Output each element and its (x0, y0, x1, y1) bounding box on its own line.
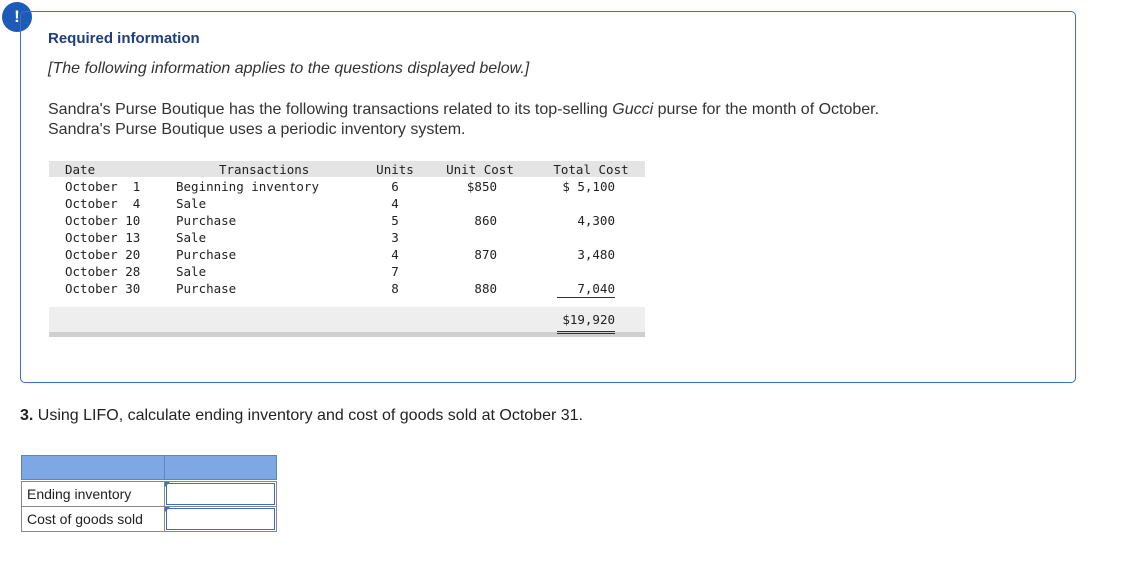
row-date: October 4 (65, 196, 141, 211)
header-units: Units (376, 162, 414, 177)
header-unit-cost: Unit Cost (446, 162, 514, 177)
header-transactions: Transactions (219, 162, 310, 177)
row-transaction: Sale (176, 264, 207, 279)
row-unit-cost: 860 (474, 213, 497, 228)
row-total-cost: 3,480 (577, 247, 615, 262)
cogs-label: Cost of goods sold (21, 506, 165, 532)
input-marker-icon (165, 507, 170, 512)
row-units: 4 (391, 196, 399, 211)
header-total-cost: Total Cost (553, 162, 629, 177)
row-units: 5 (391, 213, 399, 228)
required-info-subtitle: [The following information applies to th… (48, 60, 530, 77)
double-underline-bottom (557, 333, 615, 334)
ending-inventory-label: Ending inventory (21, 481, 165, 507)
desc-brand: Gucci (612, 101, 654, 118)
grand-total: $19,920 (562, 312, 615, 327)
row-transaction: Purchase (176, 213, 237, 228)
input-marker-icon (165, 482, 170, 487)
row-unit-cost: 870 (474, 247, 497, 262)
row-date: October 13 (65, 230, 141, 245)
row-total-cost: 7,040 (577, 281, 615, 296)
desc-part-2: purse for the month of October. (653, 101, 880, 118)
double-underline-top (557, 331, 615, 332)
row-date: October 1 (65, 179, 141, 194)
problem-description: Sandra's Purse Boutique has the followin… (48, 100, 1008, 140)
question-number: 3. (20, 407, 34, 424)
cogs-input[interactable] (166, 508, 275, 530)
row-units: 4 (391, 247, 399, 262)
answer-header-value (164, 455, 277, 480)
question-text: 3. Using LIFO, calculate ending inventor… (20, 407, 583, 425)
cogs-cell (164, 506, 277, 532)
row-units: 7 (391, 264, 399, 279)
row-transaction: Beginning inventory (176, 179, 319, 194)
row-date: October 10 (65, 213, 141, 228)
row-date: October 20 (65, 247, 141, 262)
ending-inventory-cell (164, 481, 277, 507)
row-date: October 30 (65, 281, 141, 296)
row-transaction: Purchase (176, 247, 237, 262)
row-units: 8 (391, 281, 399, 296)
row-total-cost: 4,300 (577, 213, 615, 228)
desc-part-1: Sandra's Purse Boutique has the followin… (48, 101, 613, 118)
required-info-title: Required information (48, 30, 200, 47)
table-bottom-bar (49, 332, 645, 337)
row-transaction: Sale (176, 196, 207, 211)
row-unit-cost: 880 (474, 281, 497, 296)
page: ! Required information [The following in… (0, 0, 1123, 576)
row-units: 3 (391, 230, 399, 245)
row-transaction: Sale (176, 230, 207, 245)
row-date: October 28 (65, 264, 141, 279)
question-body: Using LIFO, calculate ending inventory a… (33, 407, 583, 424)
header-date: Date (65, 162, 96, 177)
row-total-cost: $ 5,100 (562, 179, 615, 194)
subtotal-underline (557, 297, 615, 298)
row-units: 6 (391, 179, 399, 194)
row-unit-cost: $850 (466, 179, 497, 194)
answer-table: Ending inventory Cost of goods sold (21, 455, 277, 532)
desc-line-2: Sandra's Purse Boutique uses a periodic … (48, 121, 466, 138)
answer-header-label (21, 455, 165, 480)
row-transaction: Purchase (176, 281, 237, 296)
ending-inventory-input[interactable] (166, 483, 275, 505)
transactions-table: Date Transactions Units Unit Cost Total … (49, 161, 645, 337)
